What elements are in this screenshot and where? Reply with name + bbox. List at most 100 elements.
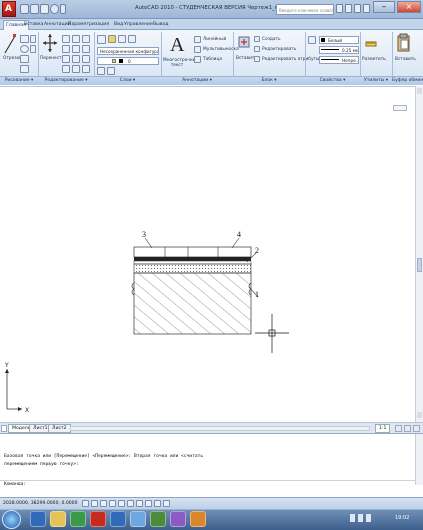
horizontal-scrollbar[interactable] — [70, 426, 370, 431]
tab-manage[interactable]: Управление — [122, 20, 155, 30]
tab-parametric[interactable]: Параметризация — [66, 20, 111, 30]
copy-icon[interactable] — [62, 65, 70, 73]
snap-mode-icon[interactable] — [82, 500, 89, 507]
circle-icon[interactable] — [20, 45, 29, 53]
linear-dimension-icon[interactable] — [194, 36, 201, 43]
multileader-icon[interactable] — [194, 46, 201, 53]
array-icon[interactable] — [82, 55, 90, 63]
clipboard-panel-footer[interactable]: Буфер обмена — [392, 76, 423, 85]
drawing-canvas[interactable]: 3 4 2 1 Y X — [0, 86, 415, 422]
object-snap-tracking-icon[interactable] — [127, 500, 134, 507]
new-file-icon[interactable] — [20, 4, 29, 14]
match-properties-icon[interactable] — [308, 36, 316, 44]
table-icon[interactable] — [194, 56, 201, 63]
lineweight-toggle-icon[interactable] — [154, 500, 161, 507]
undo-icon[interactable] — [50, 4, 59, 14]
communication-center-icon[interactable] — [345, 4, 352, 13]
layer-bulb-icon[interactable] — [108, 35, 116, 43]
network-icon[interactable] — [358, 514, 363, 522]
explode-icon[interactable] — [82, 45, 90, 53]
quick-properties-icon[interactable] — [163, 500, 170, 507]
mirror-icon[interactable] — [62, 45, 70, 53]
insert-block-icon[interactable] — [237, 34, 251, 50]
app-icon[interactable] — [130, 511, 146, 527]
block-panel-footer[interactable]: Блок ▾ — [233, 76, 305, 85]
tab-scroll-left-icon[interactable] — [1, 425, 7, 432]
polyline-icon[interactable] — [20, 35, 29, 43]
rotate-icon[interactable] — [62, 35, 70, 43]
polar-tracking-icon[interactable] — [109, 500, 116, 507]
offset-icon[interactable] — [72, 65, 80, 73]
word-icon[interactable] — [110, 511, 126, 527]
line-tool-icon[interactable] — [3, 33, 17, 55]
annotation-scale[interactable]: 1:1 — [375, 424, 391, 433]
properties-panel-footer[interactable]: Свойства ▾ — [305, 76, 360, 85]
annotation-panel-footer[interactable]: Аннотации ▾ — [161, 76, 233, 85]
measure-icon[interactable] — [364, 36, 378, 52]
volume-icon[interactable] — [366, 514, 371, 522]
ortho-mode-icon[interactable] — [100, 500, 107, 507]
scroll-thumb[interactable] — [417, 258, 422, 272]
paste-icon[interactable] — [396, 33, 412, 53]
edit-block-icon[interactable] — [254, 46, 260, 52]
app-icon[interactable] — [170, 511, 186, 527]
start-button[interactable] — [2, 510, 21, 529]
dynamic-ucs-icon[interactable] — [136, 500, 143, 507]
draw-panel-footer[interactable]: Рисование ▾ — [0, 76, 38, 85]
fillet-icon[interactable] — [72, 45, 80, 53]
lock-ui-icon[interactable] — [413, 425, 420, 432]
viewport-control[interactable] — [393, 105, 407, 111]
help-icon[interactable] — [363, 4, 370, 13]
hatch-icon[interactable] — [30, 35, 36, 43]
modify-panel-footer[interactable]: Редактирование ▾ — [38, 76, 94, 85]
scroll-up-arrow[interactable] — [417, 88, 422, 94]
ellipse-icon[interactable] — [30, 45, 36, 53]
object-snap-icon[interactable] — [118, 500, 125, 507]
create-block-icon[interactable] — [254, 36, 260, 42]
explorer-icon[interactable] — [50, 511, 66, 527]
erase-icon[interactable] — [82, 35, 90, 43]
layer-properties-icon[interactable] — [97, 35, 106, 44]
layer-match-icon[interactable] — [97, 67, 105, 75]
vertical-scrollbar[interactable] — [415, 86, 423, 422]
workspace-icon[interactable] — [395, 425, 402, 432]
edit-attributes-label[interactable]: Редактировать атрибуты — [262, 57, 319, 62]
linetype-dropdown[interactable]: Непре... — [319, 56, 359, 64]
move-icon[interactable] — [42, 33, 58, 53]
create-block-label[interactable]: Создать — [262, 37, 281, 42]
utilities-panel-footer[interactable]: Утилиты ▾ — [360, 76, 392, 85]
annotation-visibility-icon[interactable] — [404, 425, 411, 432]
trim-icon[interactable] — [72, 35, 80, 43]
layer-freeze-icon[interactable] — [118, 35, 126, 43]
scale-icon[interactable] — [72, 55, 80, 63]
layer-lock-icon[interactable] — [128, 35, 136, 43]
tray-icon[interactable] — [350, 514, 355, 522]
layer-previous-icon[interactable] — [107, 67, 115, 75]
application-menu-button[interactable]: A — [2, 1, 16, 17]
linear-dimension-label[interactable]: Линейный — [203, 37, 226, 42]
table-label[interactable]: Таблица — [203, 57, 222, 62]
search-icon[interactable] — [336, 4, 343, 13]
save-icon[interactable] — [40, 4, 49, 14]
close-button[interactable]: × — [397, 1, 421, 13]
media-player-icon[interactable] — [70, 511, 86, 527]
autocad-taskbar-icon[interactable] — [90, 511, 106, 527]
dynamic-input-icon[interactable] — [145, 500, 152, 507]
lineweight-dropdown[interactable]: 0.25 мм — [319, 46, 359, 54]
multiline-text-icon[interactable]: A — [168, 33, 186, 55]
open-file-icon[interactable] — [30, 4, 39, 14]
app-icon[interactable] — [190, 511, 206, 527]
tab-output[interactable]: Вывод — [151, 20, 170, 30]
rectangle-icon[interactable] — [20, 65, 29, 73]
layer-state-dropdown[interactable]: Несохраненная конфигурация сл — [97, 47, 159, 55]
scroll-down-arrow[interactable] — [417, 412, 422, 418]
minimize-button[interactable]: – — [373, 1, 395, 13]
grid-display-icon[interactable] — [91, 500, 98, 507]
stretch-icon[interactable] — [62, 55, 70, 63]
join-icon[interactable] — [82, 65, 90, 73]
arc-icon[interactable] — [20, 55, 29, 63]
layers-panel-footer[interactable]: Слои ▾ — [94, 76, 161, 85]
app-icon[interactable] — [150, 511, 166, 527]
qat-dropdown-icon[interactable] — [60, 4, 66, 14]
edit-attributes-icon[interactable] — [254, 56, 260, 62]
